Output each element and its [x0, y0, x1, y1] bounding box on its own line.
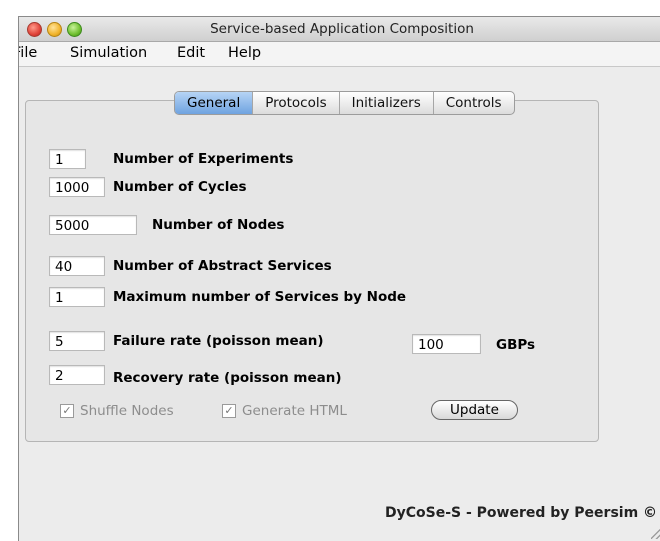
recovery-rate-field[interactable]: 2: [49, 365, 105, 385]
failure-rate-field[interactable]: 5: [49, 331, 105, 351]
nodes-field[interactable]: 5000: [49, 215, 137, 235]
abstract-services-label: Number of Abstract Services: [113, 258, 332, 274]
abstract-services-field[interactable]: 40: [49, 256, 105, 276]
menu-edit[interactable]: Edit: [177, 45, 205, 61]
max-services-field[interactable]: 1: [49, 287, 105, 307]
checkmark-icon: ✓: [222, 404, 236, 418]
resize-grip-icon[interactable]: [651, 527, 660, 539]
nodes-label: Number of Nodes: [152, 217, 285, 233]
update-button[interactable]: Update: [431, 400, 518, 420]
tab-initializers[interactable]: Initializers: [340, 92, 434, 114]
shuffle-nodes-checkbox[interactable]: ✓ Shuffle Nodes: [60, 403, 174, 419]
menu-bar: File Simulation Edit Help: [19, 42, 660, 67]
window-title: Service-based Application Composition: [210, 21, 474, 37]
cycles-label: Number of Cycles: [113, 179, 247, 195]
tab-protocols[interactable]: Protocols: [253, 92, 340, 114]
tab-general[interactable]: General: [175, 92, 254, 114]
experiments-label: Number of Experiments: [113, 151, 294, 167]
footer-credit: DyCoSe-S - Powered by Peersim ©: [385, 505, 658, 521]
max-services-label: Maximum number of Services by Node: [113, 289, 407, 305]
generate-html-label: Generate HTML: [242, 403, 347, 419]
recovery-rate-label: Recovery rate (poisson mean): [113, 370, 342, 386]
cycles-field[interactable]: 1000: [49, 177, 105, 197]
menu-file[interactable]: File: [19, 45, 37, 61]
shuffle-nodes-label: Shuffle Nodes: [80, 403, 174, 419]
menu-help[interactable]: Help: [228, 45, 261, 61]
bandwidth-field[interactable]: 100: [412, 334, 481, 354]
generate-html-checkbox[interactable]: ✓ Generate HTML: [222, 403, 347, 419]
bandwidth-unit-label: GBPs: [496, 337, 536, 353]
checkmark-icon: ✓: [60, 404, 74, 418]
menu-simulation[interactable]: Simulation: [70, 45, 147, 61]
tab-controls[interactable]: Controls: [434, 92, 514, 114]
app-window: Service-based Application Composition Fi…: [18, 16, 660, 541]
failure-rate-label: Failure rate (poisson mean): [113, 333, 324, 349]
content-area: General Protocols Initializers Controls …: [19, 67, 660, 541]
experiments-field[interactable]: 1: [49, 149, 86, 169]
title-bar: Service-based Application Composition: [19, 17, 660, 42]
tab-bar: General Protocols Initializers Controls: [174, 91, 515, 115]
